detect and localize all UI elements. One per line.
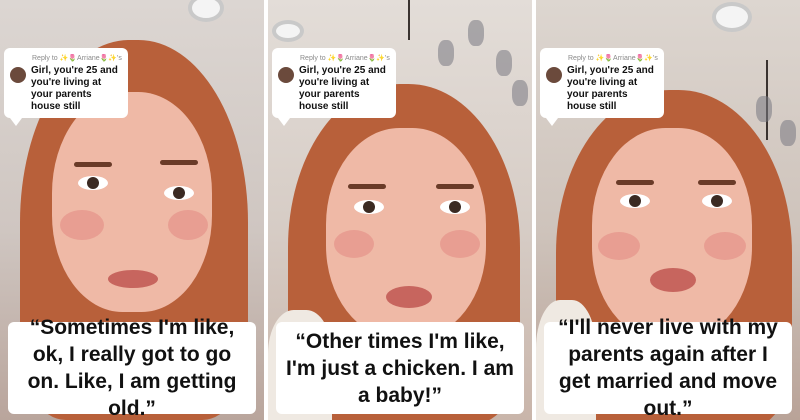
reply-label: Reply to ✨🌷Arriane🌷✨'s comment — [300, 55, 390, 62]
eye — [164, 186, 194, 200]
mouth — [650, 268, 696, 292]
reply-comment-bubble: Reply to ✨🌷Arriane🌷✨'s comment Girl, you… — [272, 48, 396, 126]
caption-box: “Other times I'm like, I'm just a chicke… — [276, 322, 524, 414]
cheek — [440, 230, 480, 258]
cheek — [168, 210, 208, 240]
eyebrow — [616, 180, 654, 185]
mouth — [386, 286, 432, 308]
reply-label: Reply to ✨🌷Arriane🌷✨'s comment — [32, 55, 122, 62]
caption-text: “Other times I'm like, I'm just a chicke… — [286, 329, 514, 407]
mouth — [108, 270, 158, 288]
eyebrow — [74, 162, 112, 167]
eye — [78, 176, 108, 190]
caption-text: “Sometimes I'm like, ok, I really got to… — [27, 316, 237, 420]
caption-box: “I'll never live with my parents again a… — [544, 316, 792, 420]
eye — [354, 200, 384, 214]
eye — [620, 194, 650, 208]
video-frame-1: Reply to ✨🌷Arriane🌷✨'s comment Girl, you… — [0, 0, 264, 420]
eyebrow — [160, 160, 198, 165]
eye — [702, 194, 732, 208]
reply-comment-bubble: Reply to ✨🌷Arriane🌷✨'s comment Girl, you… — [4, 48, 128, 126]
cheek — [60, 210, 104, 240]
comment-text: Girl, you're 25 and you're living at you… — [31, 65, 118, 112]
chandelier-crystal — [512, 80, 528, 106]
eyebrow — [348, 184, 386, 189]
eyebrow — [698, 180, 736, 185]
eye — [440, 200, 470, 214]
comment-text: Girl, you're 25 and you're living at you… — [567, 65, 654, 112]
video-frame-3: Reply to ✨🌷Arriane🌷✨'s comment Girl, you… — [536, 0, 800, 420]
chandelier-crystal — [496, 50, 512, 76]
ceiling-light — [272, 20, 304, 42]
caption-box: “Sometimes I'm like, ok, I really got to… — [8, 316, 256, 420]
caption-text: “I'll never live with my parents again a… — [558, 316, 778, 420]
eyebrow — [436, 184, 474, 189]
chandelier-chain — [408, 0, 410, 40]
chandelier-crystal — [438, 40, 454, 66]
chandelier-crystal — [468, 20, 484, 46]
reply-comment-bubble: Reply to ✨🌷Arriane🌷✨'s comment Girl, you… — [540, 48, 664, 126]
comment-text: Girl, you're 25 and you're living at you… — [299, 65, 386, 112]
avatar — [10, 67, 26, 83]
chandelier-crystal — [780, 120, 796, 146]
reply-label: Reply to ✨🌷Arriane🌷✨'s comment — [568, 55, 658, 62]
cheek — [334, 230, 374, 258]
video-frame-2: Reply to ✨🌷Arriane🌷✨'s comment Girl, you… — [268, 0, 532, 420]
avatar — [546, 67, 562, 83]
cheek — [704, 232, 746, 260]
avatar — [278, 67, 294, 83]
ceiling-light — [712, 2, 752, 32]
chandelier-crystal — [756, 96, 772, 122]
cheek — [598, 232, 640, 260]
